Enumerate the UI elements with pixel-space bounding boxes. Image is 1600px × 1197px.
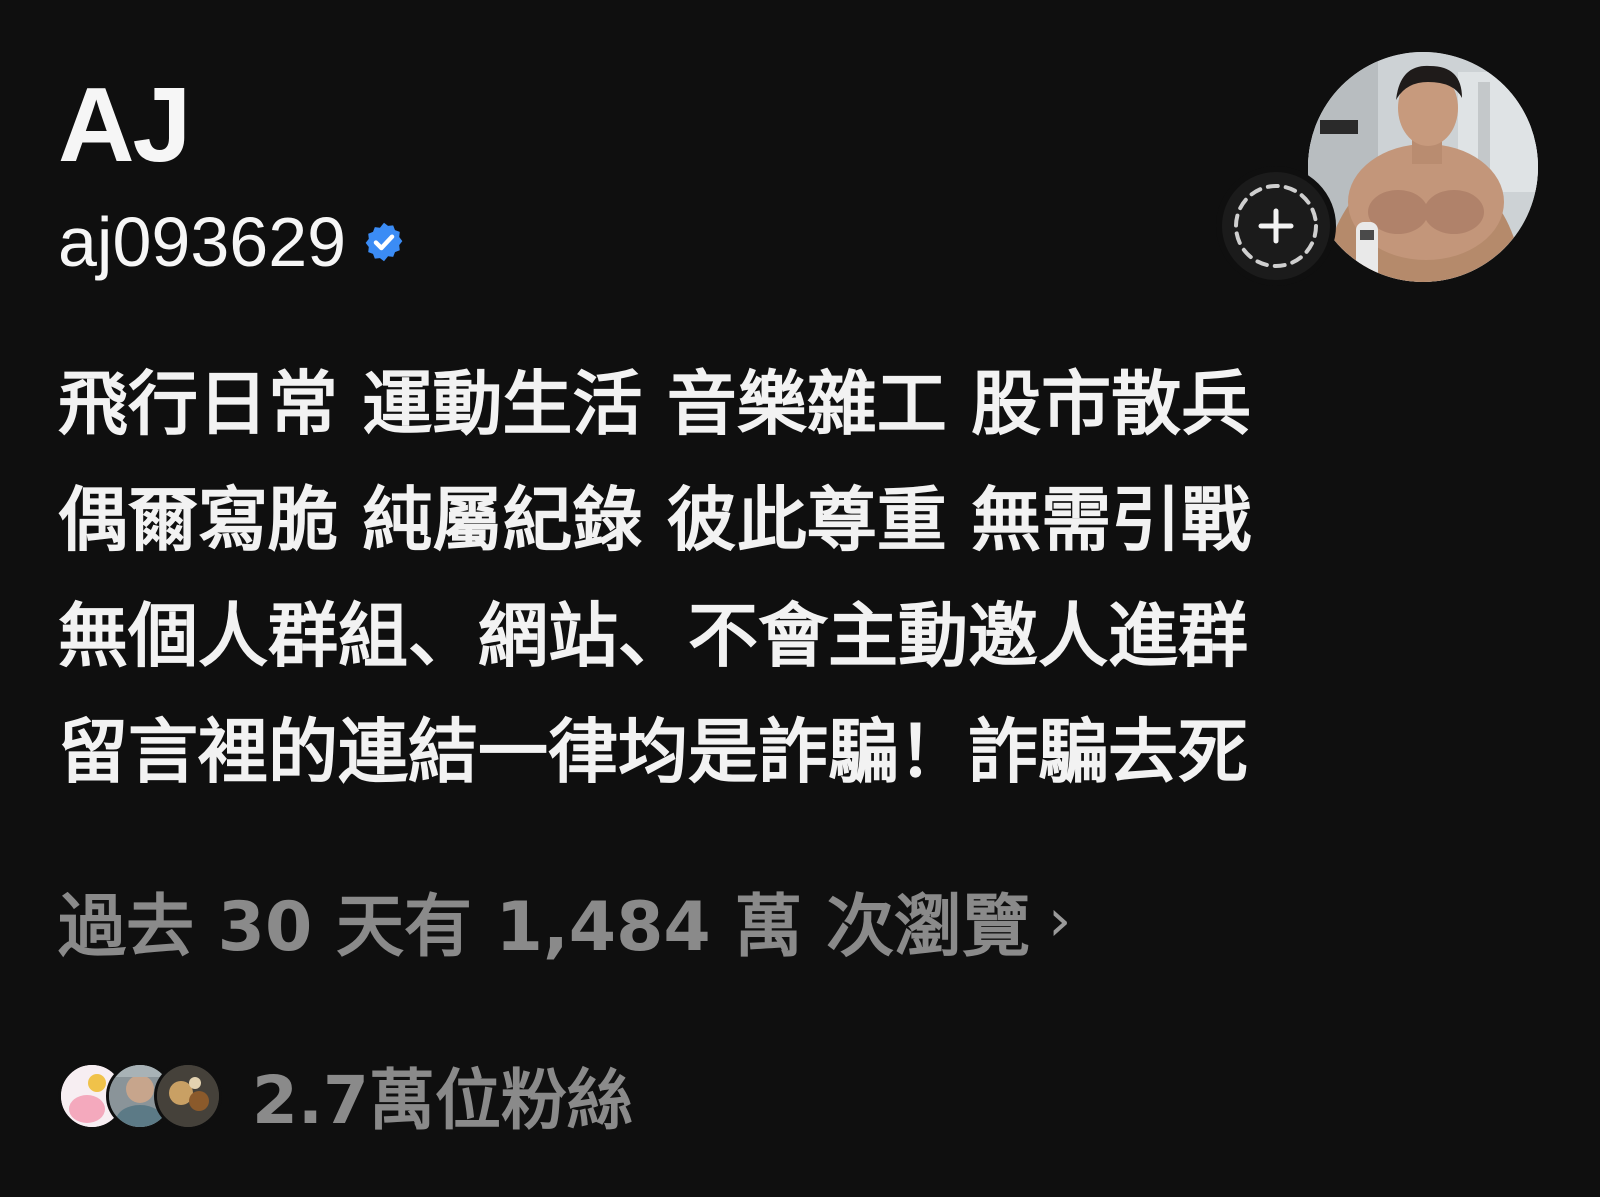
profile-bio: 飛行日常 運動生活 音樂雜工 股市散兵 偶爾寫脆 純屬紀錄 彼此尊重 無需引戰 … (58, 346, 1458, 810)
bio-line: 偶爾寫脆 純屬紀錄 彼此尊重 無需引戰 (58, 479, 1252, 561)
display-name: AJ (58, 66, 192, 184)
profile-avatar[interactable] (1308, 52, 1538, 282)
verified-badge-icon (365, 222, 403, 262)
username-handle: aj093629 (58, 203, 347, 281)
follower-avatar-image (157, 1065, 219, 1127)
follower-avatar (154, 1062, 222, 1130)
follower-avatar-stack (58, 1062, 228, 1130)
views-count-text: 過去 30 天有 1,484 萬 次瀏覽 (58, 887, 1031, 967)
followers-link[interactable]: 2.7萬位粉絲 (58, 1050, 633, 1140)
avatar-photo (1308, 52, 1538, 282)
handle-row: aj093629 (58, 200, 406, 284)
bio-line: 飛行日常 運動生活 音樂雜工 股市散兵 (58, 363, 1252, 445)
profile-header: AJ aj093629 (0, 0, 1600, 320)
plus-circle-dashed-icon (1234, 184, 1318, 268)
followers-count: 2.7萬位粉絲 (252, 1062, 633, 1139)
bio-line: 留言裡的連結一律均是詐騙！詐騙去死 (58, 711, 1248, 793)
bio-line: 無個人群組、網站、不會主動邀人進群 (58, 595, 1248, 677)
add-story-button[interactable] (1216, 166, 1336, 286)
chevron-right-icon: › (1048, 886, 1072, 954)
views-insights-link[interactable]: 過去 30 天有 1,484 萬 次瀏覽 › (58, 870, 1071, 970)
